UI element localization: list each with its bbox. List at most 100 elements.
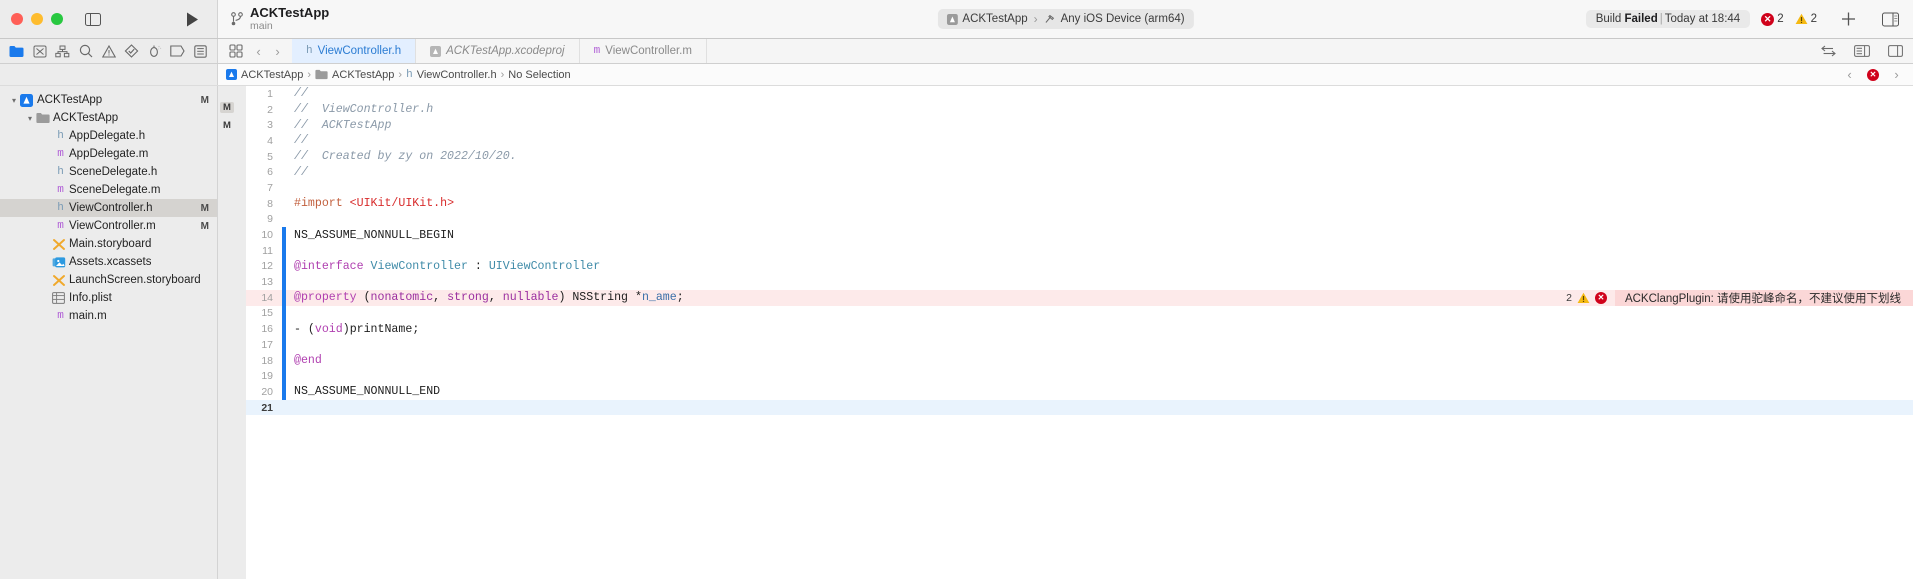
code-line[interactable]: 18 @end [246,352,1913,369]
navigator-item[interactable]: Assets.xcassets [0,253,217,271]
warning-badge[interactable]: 2 [1795,13,1817,25]
disclosure-triangle-icon[interactable]: ▾ [24,114,36,123]
toggle-navigator-icon[interactable] [85,12,101,26]
navigator-item[interactable]: Main.storyboard [0,235,217,253]
code-line[interactable]: 5 // Created by zy on 2022/10/20. [246,149,1913,165]
code-line[interactable]: 2 // ViewController.h [246,102,1913,118]
build-status-prefix: Build [1595,13,1625,25]
close-button[interactable] [11,13,23,25]
error-count: 2 [1777,13,1784,25]
navigator-item[interactable]: ▾ ACKTestApp [0,109,217,127]
scheme-separator-icon: › [1033,12,1038,26]
code-line[interactable]: 8 #import <UIKit/UIKit.h> [246,196,1913,212]
tab-viewcontroller-m[interactable]: m ViewController.m [580,39,707,63]
code-line-text: @property (nonatomic, strong, nullable) … [286,291,684,304]
code-line[interactable]: 13 [246,274,1913,290]
breadcrumb-label: No Selection [508,68,571,81]
source-control-navigator-icon[interactable] [28,41,51,61]
code-line[interactable]: 19 [246,368,1913,385]
breadcrumb-label: ACKTestApp [241,68,304,81]
navigator-item[interactable]: m ViewController.m M [0,217,217,235]
issue-navigator-icon[interactable] [97,41,120,61]
code-line[interactable]: 7 [246,180,1913,196]
next-issue-button[interactable]: › [1888,68,1905,81]
navigator-item[interactable]: h ViewController.h M [0,199,217,217]
add-editor-button[interactable] [1841,12,1856,27]
scheme-destination-selector[interactable]: ACKTestApp › Any iOS Device (arm64) [937,9,1194,29]
build-status-area: Build Failed | Today at 18:44 ✕ 2 2 [1585,10,1817,28]
navigator-item[interactable]: Info.plist [0,289,217,307]
code-token: nullable [502,291,559,305]
breadcrumb-separator-icon: › [398,68,403,81]
code-token: ; [676,291,684,305]
breadcrumb-item-selection[interactable]: No Selection [508,69,570,81]
navigator-item[interactable]: LaunchScreen.storyboard [0,271,217,289]
build-status-pill[interactable]: Build Failed | Today at 18:44 [1585,10,1751,28]
code-line[interactable]: 15 [246,305,1913,322]
error-circle-icon[interactable]: ✕ [1867,68,1879,81]
code-line[interactable]: 11 [246,242,1913,259]
code-review-icon[interactable] [1821,45,1836,57]
tab-acktestapp-xcodeproj[interactable]: ACKTestApp.xcodeproj [416,39,580,63]
code-line[interactable]: 16 - (void)printName; [246,321,1913,337]
line-number: 3 [267,119,273,132]
source-file-icon: m [57,220,64,232]
symbol-navigator-icon[interactable] [51,41,74,61]
project-navigator-icon[interactable] [5,41,28,61]
debug-navigator-icon[interactable] [143,41,166,61]
code-token: ) NSString * [558,291,642,305]
code-line[interactable]: 1 // [246,86,1913,102]
tab-viewcontroller-h[interactable]: h ViewController.h [292,39,417,63]
split-editor-icon[interactable] [1888,45,1903,57]
navigator-item[interactable]: h AppDelegate.h [0,127,217,145]
navigator-item[interactable]: m AppDelegate.m [0,145,217,163]
branch-icon [230,12,243,26]
code-line[interactable]: 12 @interface ViewController : UIViewCont… [246,258,1913,275]
code-line[interactable]: 3 // ACKTestApp [246,117,1913,133]
change-indicator [282,305,286,322]
grid-view-icon[interactable] [224,41,248,61]
code-line[interactable]: 20 NS_ASSUME_NONNULL_END [246,384,1913,400]
header-file-icon: h [406,68,413,81]
code-line[interactable]: 4 // [246,133,1913,149]
navigate-forward-button[interactable]: › [269,45,286,58]
breadcrumb-item-file[interactable]: h ViewController.h [406,69,497,81]
breadcrumb-item-project[interactable]: ACKTestApp [226,69,303,81]
breakpoint-navigator-icon[interactable] [166,41,189,61]
inline-issue-banner[interactable]: 2 ✕ ACKClangPlugin: 请使用驼峰命名，不建议使用下划线 [1556,289,1913,306]
code-line[interactable]: 14 @property (nonatomic, strong, nullable… [246,289,1913,306]
breadcrumb-left-spacer [0,64,218,85]
code-text-area[interactable]: 1 // 2 // ViewController.h 3 // ACKTestApp 4 //… [246,86,1913,579]
breadcrumb-separator-icon: › [500,68,505,81]
code-line[interactable]: 10 NS_ASSUME_NONNULL_BEGIN [246,227,1913,243]
navigator-item[interactable]: h SceneDelegate.h [0,163,217,181]
navigator-item[interactable]: m main.m [0,307,217,325]
xcode-project-icon [226,69,237,80]
code-line-text: @end [286,354,322,367]
breadcrumb-item-group[interactable]: ACKTestApp [315,69,394,81]
previous-issue-button[interactable]: ‹ [1841,68,1858,81]
navigator-item-label: Assets.xcassets [69,256,152,268]
disclosure-triangle-icon[interactable]: ▾ [8,96,20,105]
zoom-button[interactable] [51,13,63,25]
header-file-icon: h [57,130,64,142]
report-navigator-icon[interactable] [189,41,212,61]
test-navigator-icon[interactable] [120,41,143,61]
find-navigator-icon[interactable] [74,41,97,61]
line-number: 16 [261,323,273,336]
toggle-inspector-icon[interactable] [1882,12,1899,26]
run-button[interactable] [186,12,199,27]
code-line[interactable]: 21 [246,399,1913,416]
error-badge[interactable]: ✕ 2 [1761,12,1784,26]
navigator-item[interactable]: m SceneDelegate.m [0,181,217,199]
code-line[interactable]: 17 [246,337,1913,353]
code-line[interactable]: 6 // [246,164,1913,180]
adjust-editor-icon[interactable] [1854,45,1870,57]
navigate-back-button[interactable]: ‹ [250,45,267,58]
code-line[interactable]: 9 [246,212,1913,228]
minimize-button[interactable] [31,13,43,25]
code-token: - ( [294,322,315,336]
window-controls[interactable] [11,13,63,25]
navigator-item[interactable]: ▾ ACKTestApp M [0,91,217,109]
